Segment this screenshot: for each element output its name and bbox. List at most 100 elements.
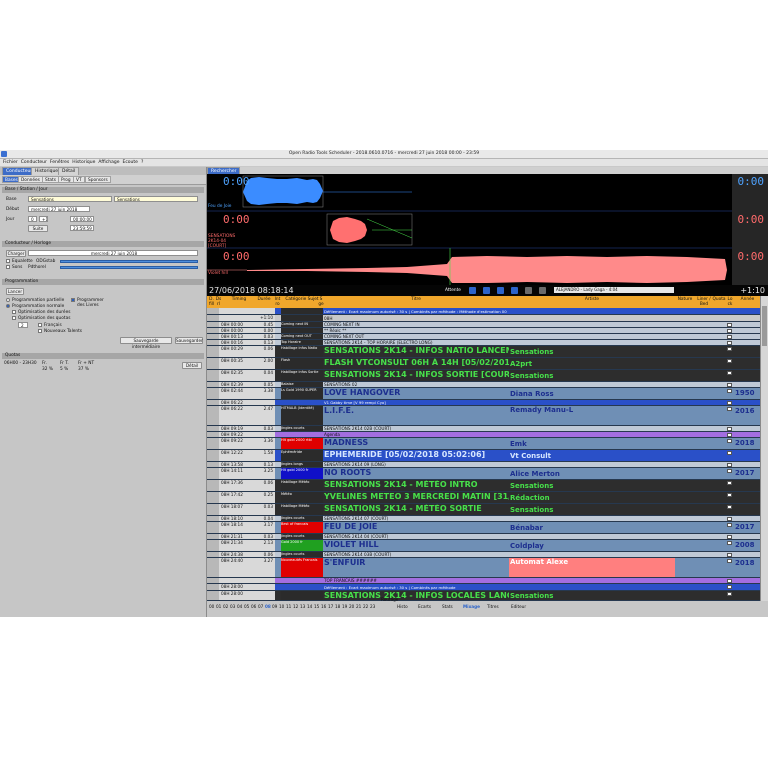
stop-icon[interactable] [497,287,504,294]
hour-tab-15[interactable]: 15 [314,604,319,609]
hour-tab-14[interactable]: 14 [307,604,312,609]
play-icon[interactable] [469,287,476,294]
col-artiste[interactable]: Artiste [509,297,675,302]
bottom-tab-ecarts[interactable]: Ecarts [418,604,431,609]
menu-fichier[interactable]: Fichier [3,159,18,166]
col-timing[interactable]: Timing [223,297,255,302]
row-lock-checkbox[interactable] [727,335,732,339]
table-row[interactable]: Défilement : Ecart maximum autorisé : 30… [207,308,760,315]
suite-button[interactable]: Suite [28,225,48,232]
tab-detail[interactable]: Détail [58,167,80,175]
hour-tab-10[interactable]: 10 [279,604,284,609]
subtab-sponsors[interactable]: Sponsors [85,176,111,183]
bottom-tab-routage[interactable]: Routage [381,597,398,602]
row-lock-checkbox[interactable] [727,451,732,455]
col-lock[interactable]: Lo ck [725,297,735,307]
row-lock-checkbox[interactable] [727,383,732,387]
bottom-tab-editeur[interactable]: Editeur [511,604,526,609]
col-ds[interactable]: Ds rl [215,297,222,307]
start-time-field[interactable]: 00:00:00 [70,216,94,222]
col-liner[interactable]: Liner / Bed [695,297,713,307]
grid-scrollbar[interactable] [760,296,768,601]
subtab-stats[interactable]: Stats [42,176,59,183]
col-titre[interactable]: Titre [323,297,509,302]
hour-tab-11[interactable]: 11 [286,604,291,609]
row-lock-checkbox[interactable] [727,433,732,437]
hour-tab-02[interactable]: 02 [223,604,228,609]
hour-tab-04[interactable]: 04 [237,604,242,609]
lancer-button[interactable]: Lancer [6,288,24,295]
hour-tab-03[interactable]: 03 [230,604,235,609]
row-lock-checkbox[interactable] [727,505,732,509]
table-row[interactable]: 08H 02:44 3.38 Ls Gold 1990 SUPER LOVE HANG… [207,388,760,400]
table-row[interactable]: 08H 18:07 0.03 Habillage Météo SENSATIONS 2… [207,504,760,516]
radio-partielle[interactable] [6,298,10,302]
menu-ecoute[interactable]: Ecoute [122,159,137,166]
table-row[interactable]: 08H 00:29 0.06 Habillage infos Natio SENSAT… [207,346,760,358]
hour-tab-05[interactable]: 05 [244,604,249,609]
jour-field-plus1[interactable]: +1 [39,216,48,222]
table-row[interactable]: +1:10 08H [207,315,760,322]
hour-tab-06[interactable]: 06 [251,604,256,609]
base-select[interactable]: Sensations [28,196,112,202]
menu-conducteur[interactable]: Conducteur [21,159,47,166]
table-row[interactable]: 08H 21:34 2.13 Gold 2000 fr VIOLET HILL Cold… [207,540,760,552]
hour-tab-17[interactable]: 17 [328,604,333,609]
sons-checkbox[interactable] [6,265,10,269]
jour-field-0[interactable]: 0 [28,216,37,222]
hour-tab-09[interactable]: 09 [272,604,277,609]
row-lock-checkbox[interactable] [727,407,732,411]
row-lock-checkbox[interactable] [727,347,732,351]
col-nature[interactable]: Nature [675,297,695,302]
row-lock-checkbox[interactable] [727,523,732,527]
subtab-vt[interactable]: VT [73,176,85,183]
hour-tab-21[interactable]: 21 [356,604,361,609]
hour-tab-23[interactable]: 23 [370,604,375,609]
bottom-tab-stats[interactable]: Stats [442,604,453,609]
durees-checkbox[interactable] [12,310,16,314]
row-lock-checkbox[interactable] [727,517,732,521]
row-lock-checkbox[interactable] [727,535,732,539]
hour-tab-18[interactable]: 18 [335,604,340,609]
row-lock-checkbox[interactable] [727,559,732,563]
subtab-prog[interactable]: Prog [58,176,74,183]
pause-icon[interactable] [483,287,490,294]
bottom-tab-histo[interactable]: Histo [397,604,408,609]
menu-fen-tres[interactable]: Fenêtres [50,159,69,166]
charger-date-field[interactable]: mercredi 27 juin 2018 [28,250,198,256]
table-row[interactable]: 08H 06:22 2.47 HITMALB (Identité) L.I.F.E. R… [207,406,760,426]
row-lock-checkbox[interactable] [727,323,732,327]
loop-icon[interactable] [539,287,546,294]
detail-button[interactable]: Détail [182,362,202,369]
row-lock-checkbox[interactable] [727,469,732,473]
row-lock-checkbox[interactable] [727,579,732,583]
row-lock-checkbox[interactable] [727,585,732,589]
hour-tab-07[interactable]: 07 [258,604,263,609]
row-lock-checkbox[interactable] [727,553,732,557]
table-row[interactable]: 08H 28:00 Défilement : Ecart maximum auto… [207,584,760,591]
bottom-tab-titres[interactable]: Titres [487,604,499,609]
nouveaux-checkbox[interactable] [38,329,42,333]
row-lock-checkbox[interactable] [727,341,732,345]
scrollbar-thumb[interactable] [762,306,767,346]
row-lock-checkbox[interactable] [727,359,732,363]
row-lock-checkbox[interactable] [727,371,732,375]
hour-tab-08[interactable]: 08 [265,604,271,609]
equalette-checkbox[interactable] [6,259,10,263]
bottom-tab-mixage[interactable]: Mixage [463,604,480,609]
table-row[interactable]: 08H 02:35 0.04 Habillage infos Sortie SENSA… [207,370,760,382]
table-row[interactable]: 08H 00:35 2.00 Flash FLASH VTCONSULT 06H À … [207,358,760,370]
livres-checkbox[interactable] [71,298,75,302]
table-row[interactable]: 08H 17:36 0.06 Habillage Météo SENSATIONS 2… [207,480,760,492]
row-lock-checkbox[interactable] [727,401,732,405]
row-lock-checkbox[interactable] [727,389,732,393]
hour-tab-12[interactable]: 12 [293,604,298,609]
col-quota[interactable]: Quota [712,297,726,302]
francais-checkbox[interactable] [38,323,42,327]
next-icon[interactable] [511,287,518,294]
row-lock-checkbox[interactable] [727,427,732,431]
sauvegarder-button[interactable]: Sauvegarder [175,337,203,344]
hour-tab-00[interactable]: 00 [209,604,214,609]
col-d[interactable]: D. fill [208,297,215,307]
quotas-checkbox[interactable] [12,316,16,320]
